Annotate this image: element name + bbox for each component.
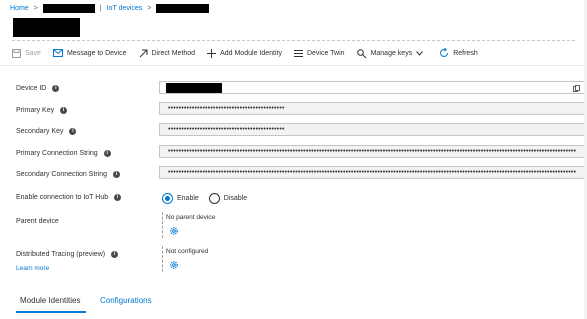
enable-connection-label: Enable connection to IoT Hub: [16, 194, 109, 201]
refresh-label: Refresh: [453, 49, 478, 57]
primary-key-field[interactable]: ••••••••••••••••••••••••••••••••••••••••…: [159, 102, 587, 115]
tracing-divider: [162, 246, 163, 272]
info-icon[interactable]: i: [60, 107, 68, 114]
breadcrumb: Home > | IoT devices >: [10, 3, 210, 13]
info-icon[interactable]: i: [52, 85, 60, 92]
title-divider: [12, 40, 575, 41]
chevron-right-icon: >: [147, 4, 152, 12]
plus-icon: [207, 48, 217, 58]
info-icon[interactable]: i: [114, 194, 122, 201]
message-to-device-label: Message to Device: [66, 49, 127, 57]
secondary-connection-label-row: Secondary Connection String i: [16, 171, 121, 178]
primary-connection-field[interactable]: ••••••••••••••••••••••••••••••••••••••••…: [159, 145, 587, 158]
arrow-icon: [139, 49, 147, 57]
device-twin-label: Device Twin: [306, 49, 345, 57]
list-icon: [293, 49, 303, 57]
secondary-key-field[interactable]: ••••••••••••••••••••••••••••••••••••••••…: [159, 123, 587, 136]
manage-keys-button[interactable]: Manage keys: [356, 48, 428, 58]
secondary-connection-field[interactable]: ••••••••••••••••••••••••••••••••••••••••…: [159, 166, 587, 179]
save-icon: [12, 48, 21, 58]
chevron-down-icon: [416, 50, 424, 56]
breadcrumb-home-link[interactable]: Home: [10, 5, 29, 12]
mail-icon: [52, 49, 63, 57]
key-icon: [356, 48, 366, 58]
gear-icon[interactable]: [169, 260, 179, 270]
secondary-key-label-row: Secondary Key i: [16, 128, 77, 135]
parent-device-divider: [162, 212, 163, 238]
disable-radio-label[interactable]: Disable: [224, 195, 247, 202]
add-module-identity-button[interactable]: Add Module Identity: [207, 48, 282, 58]
info-icon[interactable]: i: [69, 128, 77, 135]
page-title-redacted: [13, 18, 80, 37]
device-id-label-row: Device ID i: [16, 85, 60, 92]
enable-radio[interactable]: [162, 193, 173, 204]
info-icon[interactable]: i: [111, 251, 119, 258]
toolbar: Save Message to Device Direct Method Add…: [12, 46, 490, 60]
primary-key-value: ••••••••••••••••••••••••••••••••••••••••…: [168, 105, 285, 112]
primary-connection-value: ••••••••••••••••••••••••••••••••••••••••…: [168, 148, 577, 155]
enable-connection-label-row: Enable connection to IoT Hub i: [16, 194, 122, 201]
redacted-hub-name[interactable]: [42, 3, 95, 13]
save-label: Save: [25, 49, 41, 57]
info-icon[interactable]: i: [113, 171, 121, 178]
gear-icon[interactable]: [169, 226, 179, 236]
info-icon[interactable]: i: [103, 150, 111, 157]
primary-connection-label: Primary Connection String: [16, 150, 98, 157]
primary-key-label-row: Primary Key i: [16, 107, 68, 114]
distributed-tracing-label: Distributed Tracing (preview): [16, 251, 106, 258]
parent-device-label: Parent device: [16, 218, 59, 225]
secondary-connection-label: Secondary Connection String: [16, 171, 108, 178]
distributed-tracing-label-row: Distributed Tracing (preview) i: [16, 251, 119, 258]
tab-module-identities[interactable]: Module Identities: [20, 296, 80, 305]
device-twin-button[interactable]: Device Twin: [293, 49, 345, 58]
parent-device-label-row: Parent device: [16, 218, 59, 225]
add-module-identity-label: Add Module Identity: [220, 49, 282, 57]
refresh-button[interactable]: Refresh: [439, 48, 478, 58]
save-button[interactable]: Save: [12, 48, 41, 58]
chevron-right-icon: >: [33, 4, 38, 12]
chevron-right-icon: |: [99, 4, 102, 12]
primary-connection-label-row: Primary Connection String i: [16, 150, 111, 157]
enable-radio-label[interactable]: Enable: [177, 195, 199, 202]
parent-device-value: No parent device: [166, 214, 216, 221]
device-id-label: Device ID: [16, 85, 47, 92]
tab-configurations[interactable]: Configurations: [100, 296, 152, 305]
enable-radio-group: Enable Disable: [162, 193, 247, 204]
message-to-device-button[interactable]: Message to Device: [52, 49, 127, 57]
direct-method-button[interactable]: Direct Method: [139, 49, 196, 58]
secondary-key-label: Secondary Key: [16, 128, 64, 135]
redacted-device-crumb: [156, 3, 210, 13]
device-id-field[interactable]: [159, 81, 587, 94]
secondary-key-value: ••••••••••••••••••••••••••••••••••••••••…: [168, 126, 285, 133]
toolbar-divider: [0, 65, 587, 66]
copy-icon[interactable]: [573, 85, 580, 92]
primary-key-label: Primary Key: [16, 107, 55, 114]
refresh-icon: [440, 48, 449, 57]
breadcrumb-iot-devices-link[interactable]: IoT devices: [107, 5, 143, 12]
manage-keys-label: Manage keys: [370, 49, 413, 57]
learn-more-link[interactable]: Learn more: [16, 265, 49, 272]
tracing-value: Not configured: [166, 248, 209, 255]
secondary-connection-value: ••••••••••••••••••••••••••••••••••••••••…: [168, 169, 577, 176]
active-tab-indicator: [16, 311, 86, 313]
redacted-device-id: [166, 83, 222, 93]
direct-method-label: Direct Method: [151, 49, 196, 57]
disable-radio[interactable]: [208, 193, 220, 204]
